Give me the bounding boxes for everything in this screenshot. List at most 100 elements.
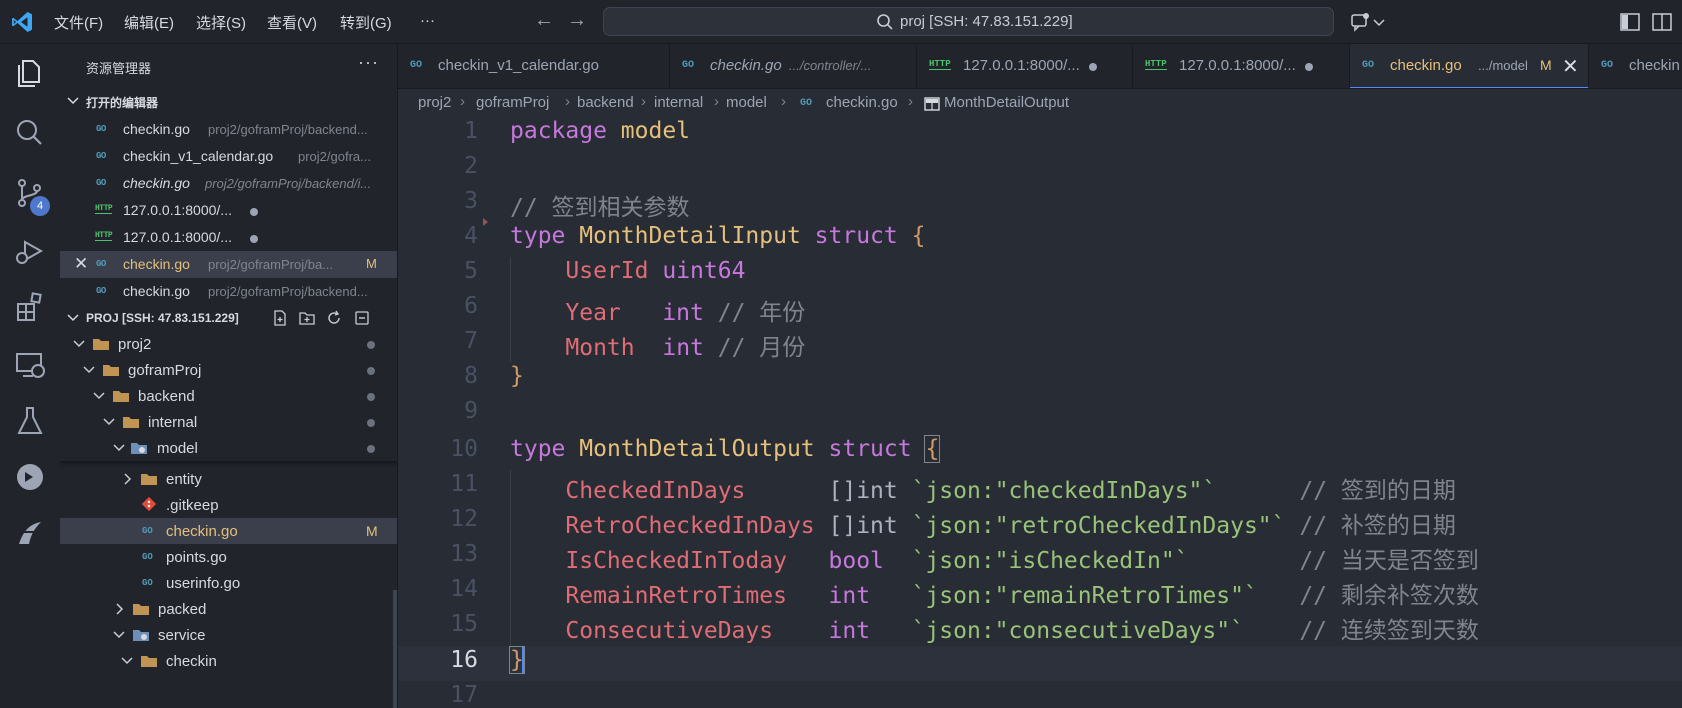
open-editor-item-active[interactable]: ✕ GO checkin.go proj2/goframProj/ba... M xyxy=(60,251,397,278)
breadcrumb-item[interactable]: backend xyxy=(577,94,634,111)
go-file-icon: GO xyxy=(142,552,153,562)
go-file-icon: GO xyxy=(142,578,153,588)
open-editor-item[interactable]: GO checkin_v1_calendar.go proj2/gofra... xyxy=(60,143,397,170)
chevron-down-icon xyxy=(121,657,133,665)
code-line: 5 UserId uint64 xyxy=(464,258,746,284)
tab-label: checkin xyxy=(1629,57,1680,74)
editor-tabs: GO checkin_v1_calendar.go GO checkin.go … xyxy=(398,44,1682,89)
copilot-chat-icon[interactable] xyxy=(1350,11,1372,33)
folder-service-icon xyxy=(133,630,149,641)
menu-selection[interactable]: 选择(S) xyxy=(196,12,246,33)
open-editor-item[interactable]: GO checkin.go proj2/goframProj/backend..… xyxy=(60,116,397,143)
tree-file-checkin[interactable]: GO checkin.go M xyxy=(60,518,397,544)
new-folder-icon[interactable] xyxy=(298,309,316,327)
unsaved-dot-icon xyxy=(250,208,258,216)
http-file-icon: HTTP xyxy=(95,204,113,214)
tree-folder-service[interactable]: service xyxy=(60,622,397,648)
tab-checkin-controller[interactable]: GO checkin.go .../controller/... xyxy=(670,44,917,88)
chevron-down-icon xyxy=(67,314,79,322)
tree-folder-backend[interactable]: backend xyxy=(60,383,397,409)
collapse-all-icon[interactable] xyxy=(353,309,371,327)
open-editor-item[interactable]: HTTP 127.0.0.1:8000/... xyxy=(60,197,397,224)
search-icon[interactable] xyxy=(13,116,47,150)
goframe-extension-icon[interactable] xyxy=(13,516,47,550)
breadcrumb-item[interactable]: MonthDetailOutput xyxy=(944,94,1069,111)
new-file-icon[interactable] xyxy=(271,309,289,327)
tab-checkin-model[interactable]: GO checkin.go .../model M ✕ xyxy=(1350,44,1589,88)
tree-folder-packed[interactable]: packed xyxy=(60,596,397,622)
open-editor-path: proj2/gofra... xyxy=(298,149,371,164)
code-line: 9 xyxy=(464,398,478,424)
tree-file-userinfo[interactable]: GO userinfo.go xyxy=(60,570,397,596)
breadcrumb-item[interactable]: proj2 xyxy=(418,94,451,111)
tree-file-points[interactable]: GO points.go xyxy=(60,544,397,570)
chevron-down-icon[interactable] xyxy=(1372,11,1386,33)
tree-folder-model[interactable]: model xyxy=(60,435,397,461)
testing-flask-icon[interactable] xyxy=(13,404,47,438)
open-editor-name: checkin.go xyxy=(123,175,190,191)
breadcrumb-item[interactable]: internal xyxy=(654,94,703,111)
back-arrow-icon[interactable]: ← xyxy=(534,9,554,32)
tree-file-gitkeep[interactable]: .gitkeep xyxy=(60,492,397,518)
menu-view[interactable]: 查看(V) xyxy=(267,12,317,33)
tree-folder-internal[interactable]: internal xyxy=(60,409,397,435)
layout-editor-icon[interactable] xyxy=(1651,11,1673,33)
http-file-icon: HTTP xyxy=(95,231,113,241)
open-editor-item[interactable]: GO checkin.go proj2/goframProj/backend..… xyxy=(60,278,397,305)
code-line: 2 xyxy=(464,153,478,179)
tree-folder-proj2[interactable]: proj2 xyxy=(60,331,397,357)
open-editor-path: proj2/goframProj/backend... xyxy=(208,122,368,137)
text-cursor xyxy=(521,647,524,674)
menu-file[interactable]: 文件(F) xyxy=(54,12,103,33)
folder-icon xyxy=(133,604,149,615)
go-file-icon: GO xyxy=(1601,60,1614,71)
menu-edit[interactable]: 编辑(E) xyxy=(124,12,174,33)
unsaved-dot-icon xyxy=(1305,63,1313,71)
tab-checkin[interactable]: GO checkin xyxy=(1589,44,1682,88)
tab-http-1[interactable]: HTTP 127.0.0.1:8000/... xyxy=(917,44,1133,88)
menu-go[interactable]: 转到(G) xyxy=(340,12,392,33)
tree-item-label: userinfo.go xyxy=(166,575,241,592)
close-icon[interactable]: ✕ xyxy=(1562,54,1579,79)
refresh-icon[interactable] xyxy=(325,309,343,327)
go-file-icon: GO xyxy=(800,98,813,109)
sidebar-more-button[interactable]: ··· xyxy=(358,52,379,73)
tree-folder-checkin[interactable]: checkin xyxy=(60,648,397,674)
go-file-icon: GO xyxy=(96,124,106,134)
live-share-icon[interactable] xyxy=(13,460,47,494)
chevron-right-icon: › xyxy=(781,93,786,110)
vscode-logo-icon xyxy=(12,12,32,32)
tab-checkin-v1-calendar[interactable]: GO checkin_v1_calendar.go xyxy=(398,44,670,88)
tab-http-2[interactable]: HTTP 127.0.0.1:8000/... xyxy=(1133,44,1350,88)
open-editors-section[interactable]: 打开的编辑器 xyxy=(60,88,397,114)
breadcrumb-item[interactable]: model xyxy=(726,94,767,111)
menu-more[interactable]: ··· xyxy=(420,12,435,29)
code-editor[interactable]: 1 package model 2 3 // 签到相关参数 4 type Mon… xyxy=(398,117,1682,708)
extensions-icon[interactable] xyxy=(13,290,47,324)
breadcrumb-item[interactable]: checkin.go xyxy=(826,94,898,111)
chevron-right-icon: › xyxy=(565,93,570,110)
code-line: 6 Year int // 年份 xyxy=(464,293,806,326)
chevron-down-icon xyxy=(83,366,95,374)
run-debug-icon[interactable] xyxy=(13,234,47,268)
open-editor-item[interactable]: HTTP 127.0.0.1:8000/... xyxy=(60,224,397,251)
project-section[interactable]: PROJ [SSH: 47.83.151.229] xyxy=(60,305,397,331)
tab-description: .../model xyxy=(1478,58,1528,73)
open-editor-path: proj2/goframProj/backend/i... xyxy=(205,176,372,191)
unsaved-dot-icon xyxy=(250,235,258,243)
tree-folder-goframproj[interactable]: goframProj xyxy=(60,357,397,383)
go-file-icon: GO xyxy=(410,60,423,71)
close-icon[interactable]: ✕ xyxy=(74,254,88,274)
command-center[interactable]: proj [SSH: 47.83.151.229] xyxy=(603,7,1334,36)
explorer-icon[interactable] xyxy=(13,56,47,90)
open-editor-item[interactable]: GO checkin.go proj2/goframProj/backend/i… xyxy=(60,170,397,197)
forward-arrow-icon[interactable]: → xyxy=(567,9,587,32)
layout-sidebar-icon[interactable] xyxy=(1619,11,1641,33)
folder-model-icon xyxy=(131,443,147,454)
unsaved-dot-icon xyxy=(1089,63,1097,71)
title-bar: 文件(F) 编辑(E) 选择(S) 查看(V) 转到(G) ··· ← → pr… xyxy=(0,0,1682,44)
tree-folder-entity[interactable]: entity xyxy=(60,466,397,492)
remote-explorer-icon[interactable] xyxy=(13,348,47,382)
status-dot-icon xyxy=(367,445,375,453)
breadcrumb-item[interactable]: goframProj xyxy=(476,94,549,111)
